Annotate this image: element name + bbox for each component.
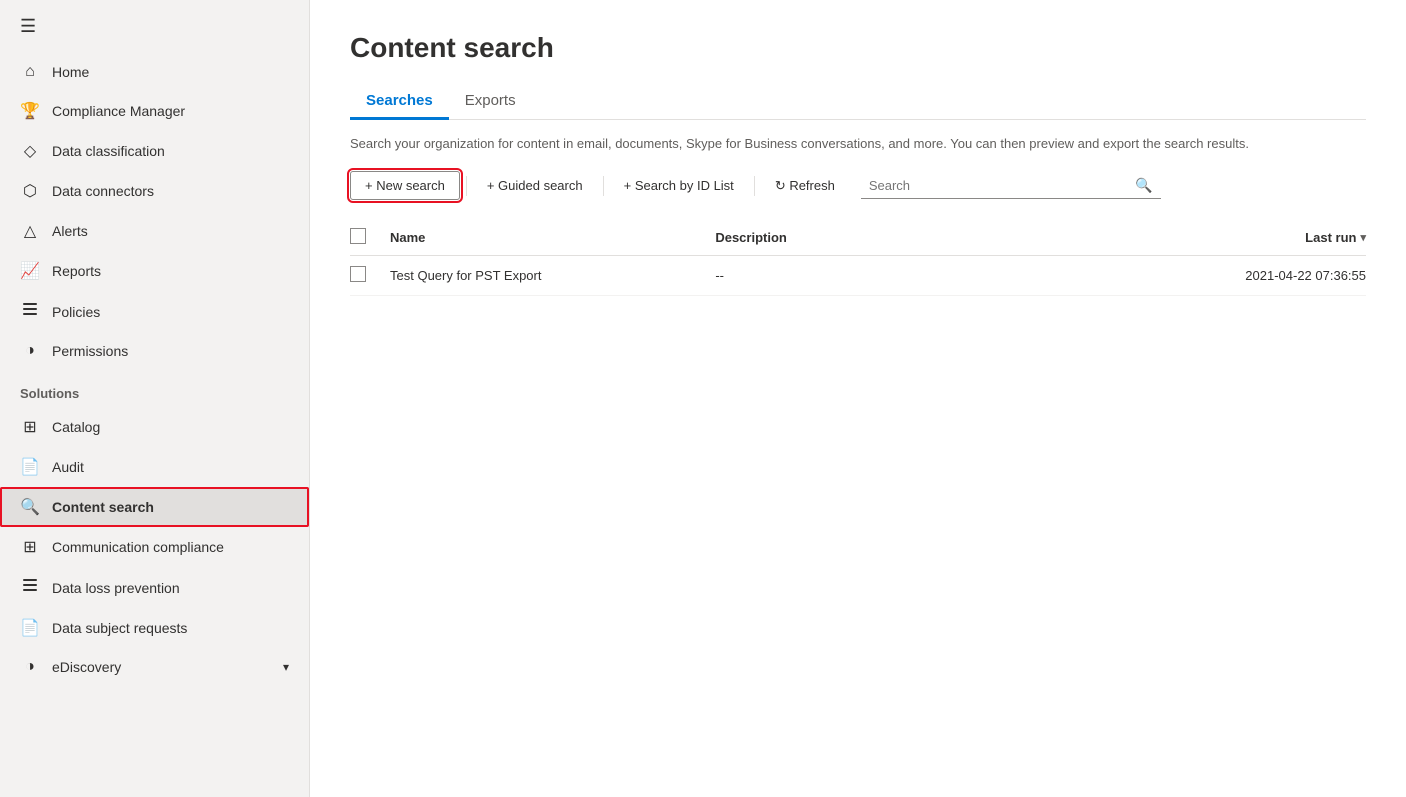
search-icon: 🔍	[1135, 177, 1152, 194]
sidebar-item-data-loss-prevention[interactable]: Data loss prevention	[0, 567, 309, 608]
row-description: --	[715, 268, 1122, 283]
sidebar-header: ☰	[0, 0, 309, 53]
row-lastrun: 2021-04-22 07:36:55	[1122, 268, 1366, 283]
sidebar-item-label: Data loss prevention	[52, 580, 180, 596]
search-box: 🔍	[861, 173, 1161, 199]
sidebar-item-reports[interactable]: 📈 Reports	[0, 251, 309, 291]
content-search-icon: 🔍	[20, 497, 40, 517]
sidebar-item-data-subject-requests[interactable]: 📄 Data subject requests	[0, 608, 309, 648]
new-search-button[interactable]: + New search	[350, 171, 460, 200]
page-title: Content search	[350, 32, 1366, 64]
sidebar-item-label: Data subject requests	[52, 620, 187, 636]
col-header-name: Name	[390, 230, 715, 245]
table-header: Name Description Last run ▾	[350, 220, 1366, 256]
sidebar-item-label: Data connectors	[52, 183, 154, 199]
sidebar-item-label: Permissions	[52, 343, 128, 359]
sidebar-item-label: Policies	[52, 304, 100, 320]
tab-exports[interactable]: Exports	[449, 84, 532, 120]
col-header-lastrun[interactable]: Last run ▾	[1122, 230, 1366, 245]
sidebar-item-data-connectors[interactable]: ⬡ Data connectors	[0, 171, 309, 211]
col-header-desc: Description	[715, 230, 1122, 245]
home-icon: ⌂	[20, 63, 40, 81]
sort-icon: ▾	[1360, 231, 1366, 244]
data-connectors-icon: ⬡	[20, 181, 40, 201]
sidebar-item-audit[interactable]: 📄 Audit	[0, 447, 309, 487]
sidebar-item-label: Compliance Manager	[52, 103, 185, 119]
tab-searches[interactable]: Searches	[350, 84, 449, 120]
sidebar-item-label: Content search	[52, 499, 154, 515]
main-content: Content search Searches Exports Search y…	[310, 0, 1406, 797]
row-checkbox-container	[350, 266, 390, 285]
sidebar-item-home[interactable]: ⌂ Home	[0, 53, 309, 91]
page-description: Search your organization for content in …	[350, 136, 1350, 151]
chevron-down-icon: ▾	[283, 660, 289, 674]
hamburger-icon[interactable]: ☰	[20, 16, 36, 37]
data-subject-requests-icon: 📄	[20, 618, 40, 638]
sidebar-nav: ⌂ Home 🏆 Compliance Manager ◇ Data class…	[0, 53, 309, 797]
sidebar-item-label: Reports	[52, 263, 101, 279]
sidebar-item-label: eDiscovery	[52, 659, 121, 675]
audit-icon: 📄	[20, 457, 40, 477]
solutions-section-label: Solutions	[0, 370, 309, 407]
sidebar-item-label: Alerts	[52, 223, 88, 239]
guided-search-button[interactable]: + Guided search	[473, 172, 597, 199]
sidebar-item-content-search[interactable]: 🔍 Content search	[0, 487, 309, 527]
sidebar-item-label: Data classification	[52, 143, 165, 159]
sidebar-item-label: Catalog	[52, 419, 100, 435]
permissions-icon: ◑	[20, 342, 40, 360]
sidebar-item-catalog[interactable]: ⊞ Catalog	[0, 407, 309, 447]
search-input[interactable]	[869, 178, 1130, 193]
data-classification-icon: ◇	[20, 141, 40, 161]
select-all-checkbox[interactable]	[350, 228, 366, 244]
sidebar-item-data-classification[interactable]: ◇ Data classification	[0, 131, 309, 171]
reports-icon: 📈	[20, 261, 40, 281]
table: Name Description Last run ▾ Test Query f…	[350, 220, 1366, 296]
table-row[interactable]: Test Query for PST Export -- 2021-04-22 …	[350, 256, 1366, 296]
sidebar-item-label: Home	[52, 64, 89, 80]
catalog-icon: ⊞	[20, 417, 40, 437]
row-name: Test Query for PST Export	[390, 268, 715, 283]
sidebar-item-policies[interactable]: Policies	[0, 291, 309, 332]
toolbar-divider	[603, 176, 604, 196]
sidebar-item-label: Audit	[52, 459, 84, 475]
toolbar-divider	[754, 176, 755, 196]
row-checkbox[interactable]	[350, 266, 366, 282]
alerts-icon: △	[20, 221, 40, 241]
communication-compliance-icon: ⊞	[20, 537, 40, 557]
sidebar-item-permissions[interactable]: ◑ Permissions	[0, 332, 309, 370]
tabs: Searches Exports	[350, 84, 1366, 120]
toolbar-divider	[466, 176, 467, 196]
sidebar: ☰ ⌂ Home 🏆 Compliance Manager ◇ Data cla…	[0, 0, 310, 797]
sidebar-item-ediscovery[interactable]: ◑ eDiscovery ▾	[0, 648, 309, 686]
ediscovery-icon: ◑	[20, 658, 40, 676]
data-loss-prevention-icon	[20, 577, 40, 598]
main-content-area: Content search Searches Exports Search y…	[310, 0, 1406, 797]
toolbar: + New search + Guided search + Search by…	[350, 171, 1366, 200]
sidebar-item-label: Communication compliance	[52, 539, 224, 555]
compliance-manager-icon: 🏆	[20, 101, 40, 121]
sidebar-item-compliance-manager[interactable]: 🏆 Compliance Manager	[0, 91, 309, 131]
search-by-id-list-button[interactable]: + Search by ID List	[610, 172, 748, 199]
policies-icon	[20, 301, 40, 322]
sidebar-item-communication-compliance[interactable]: ⊞ Communication compliance	[0, 527, 309, 567]
refresh-button[interactable]: ↻ Refresh	[761, 172, 849, 200]
sidebar-item-alerts[interactable]: △ Alerts	[0, 211, 309, 251]
select-all-checkbox-container	[350, 228, 390, 247]
